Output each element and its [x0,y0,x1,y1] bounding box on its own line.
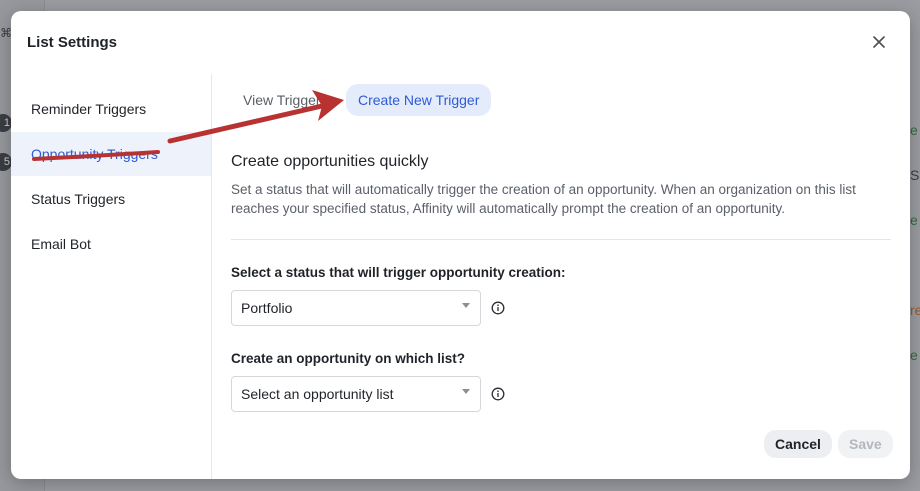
sidebar-item-label: Opportunity Triggers [31,146,158,162]
tab-label: View Triggers [243,92,318,108]
status-field-label: Select a status that will trigger opport… [231,265,566,280]
tab-label: Create New Trigger [358,92,480,108]
info-icon[interactable] [491,387,505,401]
tab-view-triggers[interactable]: View Triggers [243,84,318,116]
sidebar-item-label: Status Triggers [31,191,126,207]
section-heading: Create opportunities quickly [231,153,429,170]
chevron-down-icon [462,389,470,394]
opportunity-list-select[interactable]: Select an opportunity list [231,376,481,412]
info-icon[interactable] [491,301,505,315]
opportunity-list-select-value: Select an opportunity list [241,386,394,402]
settings-main-panel: View Triggers Create New Trigger Create … [212,74,910,479]
cancel-button-label: Cancel [775,436,821,452]
background-text-fragment: re [910,302,920,318]
tab-create-new-trigger[interactable]: Create New Trigger [346,84,492,116]
save-button-label: Save [849,436,882,452]
close-icon [873,36,885,48]
divider [231,239,891,240]
list-field-label: Create an opportunity on which list? [231,351,466,366]
background-text-fragment: Sa [910,167,920,183]
background-text-fragment: e [910,212,918,228]
save-button[interactable]: Save [838,430,893,458]
sidebar-item-reminder-triggers[interactable]: Reminder Triggers [11,87,211,131]
status-select[interactable]: Portfolio [231,290,481,326]
sidebar-item-opportunity-triggers[interactable]: Opportunity Triggers [11,132,211,176]
background-text-fragment: e [910,122,918,138]
sidebar-item-label: Email Bot [31,236,91,252]
list-settings-modal: List Settings Reminder Triggers Opportun… [11,11,910,479]
sidebar-item-label: Reminder Triggers [31,101,147,117]
sidebar-item-status-triggers[interactable]: Status Triggers [11,177,211,221]
modal-title: List Settings [27,34,118,51]
settings-sidebar: Reminder Triggers Opportunity Triggers S… [11,74,212,479]
chevron-down-icon [462,303,470,308]
close-button[interactable] [870,33,888,51]
status-select-value: Portfolio [241,300,293,316]
sidebar-item-email-bot[interactable]: Email Bot [11,222,211,266]
background-text-fragment: e [910,347,918,363]
section-description: Set a status that will automatically tri… [231,182,856,216]
cancel-button[interactable]: Cancel [764,430,832,458]
